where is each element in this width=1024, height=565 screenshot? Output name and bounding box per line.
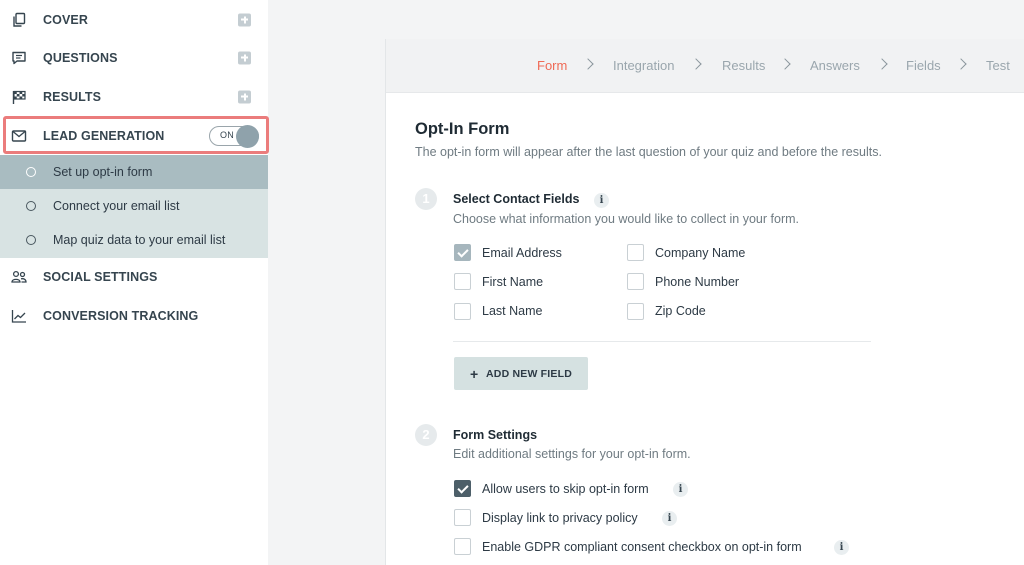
sidebar-item-questions[interactable]: QUESTIONS bbox=[0, 38, 268, 77]
add-cover-plus-icon[interactable] bbox=[238, 13, 251, 26]
sidebar-item-results[interactable]: RESULTS bbox=[0, 77, 268, 116]
checkbox-company-name[interactable] bbox=[627, 244, 644, 261]
sidebar-item-social-settings[interactable]: SOCIAL SETTINGS bbox=[0, 257, 268, 296]
section-divider bbox=[453, 341, 871, 342]
sidebar-item-conversion-tracking[interactable]: CONVERSION TRACKING bbox=[0, 296, 268, 335]
submenu-item-label: Connect your email list bbox=[53, 199, 180, 213]
trend-chart-icon bbox=[11, 309, 26, 323]
step-circle-icon bbox=[26, 201, 36, 211]
submenu-item-label: Set up opt-in form bbox=[53, 165, 153, 179]
checkbox-allow-skip[interactable] bbox=[454, 480, 471, 497]
submenu-item-map-quiz-data[interactable]: Map quiz data to your email list bbox=[0, 223, 268, 257]
sidebar-item-label: QUESTIONS bbox=[43, 50, 118, 65]
checkbox-last-name[interactable] bbox=[454, 303, 471, 320]
checkbox-label: Enable GDPR compliant consent checkbox o… bbox=[482, 540, 802, 554]
chevron-right-icon bbox=[779, 58, 791, 70]
submenu-item-setup-opt-in-form[interactable]: Set up opt-in form bbox=[0, 155, 268, 189]
sidebar-item-cover[interactable]: COVER bbox=[0, 0, 268, 39]
section-title-form-settings: Form Settings bbox=[453, 428, 538, 442]
checkbox-label: Display link to privacy policy bbox=[482, 511, 638, 525]
step-fields[interactable]: Fields bbox=[906, 58, 941, 73]
page-description: The opt-in form will appear after the la… bbox=[415, 145, 882, 159]
checkbox-phone-number[interactable] bbox=[627, 273, 644, 290]
step-test[interactable]: Test bbox=[986, 58, 1010, 73]
step-results[interactable]: Results bbox=[722, 58, 765, 73]
sidebar-item-label: SOCIAL SETTINGS bbox=[43, 269, 158, 284]
submenu-item-connect-email-list[interactable]: Connect your email list bbox=[0, 189, 268, 223]
sidebar: COVER QUESTIONS RESULTS LEAD GENERATION … bbox=[0, 0, 269, 565]
info-icon[interactable]: i bbox=[662, 511, 677, 526]
section-number-badge: 1 bbox=[415, 188, 437, 210]
chevron-right-icon bbox=[955, 58, 967, 70]
sidebar-item-label: RESULTS bbox=[43, 89, 102, 104]
checkbox-label: Company Name bbox=[655, 246, 746, 260]
checkbox-label: Allow users to skip opt-in form bbox=[482, 482, 649, 496]
checkbox-gdpr-consent[interactable] bbox=[454, 538, 471, 555]
step-circle-icon bbox=[26, 167, 36, 177]
checkbox-privacy-policy-link[interactable] bbox=[454, 509, 471, 526]
chevron-right-icon bbox=[582, 58, 594, 70]
sidebar-item-label: COVER bbox=[43, 12, 88, 27]
opt-in-form-card: Form Integration Results Answers Fields … bbox=[385, 39, 1024, 565]
button-label: ADD NEW FIELD bbox=[486, 368, 573, 380]
chevron-right-icon bbox=[690, 58, 702, 70]
section-number-badge: 2 bbox=[415, 424, 437, 446]
checkbox-label: First Name bbox=[482, 275, 544, 289]
checkbox-email-address[interactable] bbox=[454, 244, 471, 261]
checkbox-label: Zip Code bbox=[655, 304, 706, 318]
info-icon[interactable]: i bbox=[834, 540, 849, 555]
add-question-plus-icon[interactable] bbox=[238, 51, 251, 64]
lead-generation-submenu: Set up opt-in form Connect your email li… bbox=[0, 155, 268, 258]
info-icon[interactable]: i bbox=[594, 193, 609, 208]
checkbox-zip-code[interactable] bbox=[627, 303, 644, 320]
step-answers[interactable]: Answers bbox=[810, 58, 860, 73]
checkered-flag-icon bbox=[12, 90, 26, 104]
section-description: Edit additional settings for your opt-in… bbox=[453, 447, 691, 461]
checkbox-label: Phone Number bbox=[655, 275, 740, 289]
step-integration[interactable]: Integration bbox=[613, 58, 674, 73]
chevron-right-icon bbox=[876, 58, 888, 70]
add-new-field-button[interactable]: + ADD NEW FIELD bbox=[454, 357, 588, 390]
add-result-plus-icon[interactable] bbox=[238, 90, 251, 103]
checkbox-label: Email Address bbox=[482, 246, 562, 260]
step-form[interactable]: Form bbox=[537, 58, 567, 73]
section-title-contact-fields: Select Contact Fields bbox=[453, 192, 580, 206]
wizard-steps-bar: Form Integration Results Answers Fields … bbox=[386, 39, 1024, 93]
chat-bubble-icon bbox=[12, 51, 26, 64]
lead-generation-highlight-box bbox=[3, 116, 269, 154]
checkbox-first-name[interactable] bbox=[454, 273, 471, 290]
sidebar-item-label: CONVERSION TRACKING bbox=[43, 308, 199, 323]
submenu-item-label: Map quiz data to your email list bbox=[53, 233, 226, 247]
section-description: Choose what information you would like t… bbox=[453, 212, 799, 226]
page-title: Opt-In Form bbox=[415, 120, 510, 138]
copy-icon bbox=[13, 12, 26, 27]
step-circle-icon bbox=[26, 235, 36, 245]
checkbox-label: Last Name bbox=[482, 304, 543, 318]
info-icon[interactable]: i bbox=[673, 482, 688, 497]
people-icon bbox=[11, 270, 27, 283]
plus-icon: + bbox=[470, 366, 479, 382]
